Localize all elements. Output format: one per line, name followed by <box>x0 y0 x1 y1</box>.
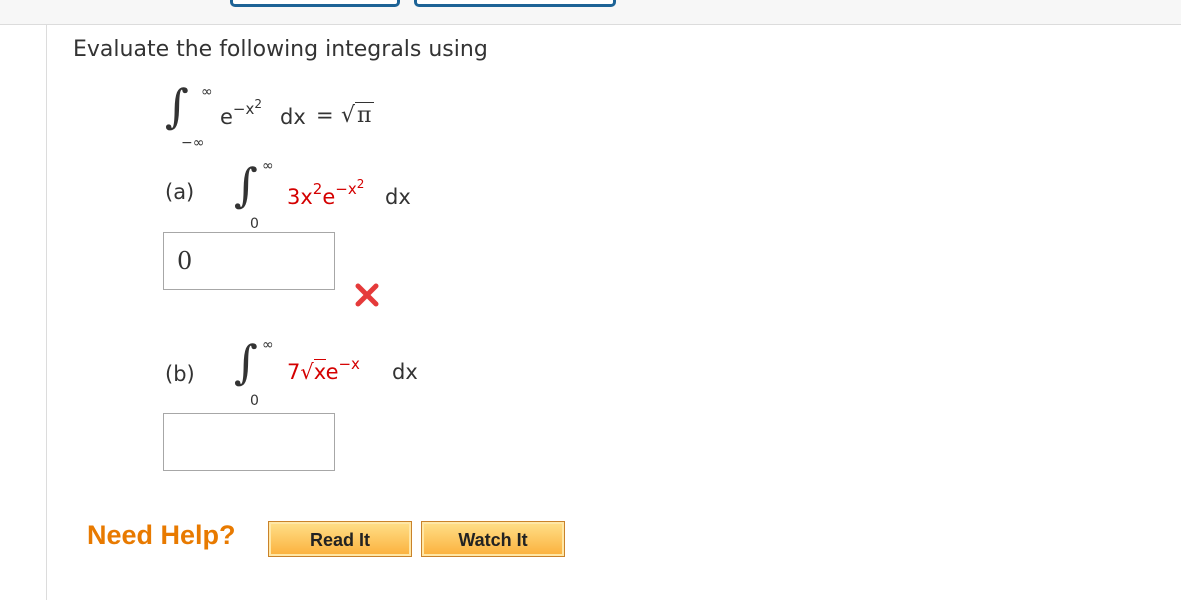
part-b-radicand: x <box>313 359 326 384</box>
read-it-button[interactable]: Read It <box>268 521 412 557</box>
given-dx: dx <box>280 105 306 129</box>
integral-sign: ∫ <box>234 335 258 389</box>
given-exponent: −x2 <box>232 97 263 118</box>
nav-tab-right[interactable] <box>414 0 616 7</box>
part-a-e: e <box>322 185 336 209</box>
given-rhs-value: π <box>355 102 374 128</box>
part-b-coef: 7 <box>287 360 301 384</box>
part-a-lower-limit: 0 <box>250 216 259 232</box>
top-bar <box>0 0 1181 25</box>
left-divider <box>46 25 47 600</box>
part-b-answer-field[interactable] <box>163 413 335 471</box>
part-b-upper-limit: ∞ <box>262 337 274 353</box>
integral-sign: ∫ <box>165 79 189 133</box>
part-a-answer-field[interactable]: 0 <box>163 232 335 290</box>
part-a-integrand: 3x2e−x2 <box>287 177 364 209</box>
part-a-integral: ∫ ∞ 0 3x2e−x2 dx <box>232 150 452 232</box>
given-radical: √π <box>341 102 374 128</box>
nav-tab-left[interactable] <box>230 0 400 7</box>
radical-icon: √ <box>300 360 314 384</box>
part-a-upper-limit: ∞ <box>262 158 274 174</box>
radical-icon: √ <box>341 103 356 128</box>
part-a-coef-pow: 2 <box>312 180 323 198</box>
incorrect-x-icon <box>355 283 379 307</box>
given-integral: ∫ ∞ −∞ e−x2 dx = √π <box>163 79 423 153</box>
part-a-coef: 3x <box>287 185 313 209</box>
part-b-integrand: 7√xe−x <box>287 355 360 384</box>
watch-it-label: Watch It <box>458 529 528 550</box>
part-a-exp-pow: 2 <box>356 177 365 191</box>
given-lower-limit: −∞ <box>181 135 205 151</box>
integral-sign: ∫ <box>234 158 258 212</box>
part-b-dx: dx <box>392 360 418 384</box>
watch-it-button[interactable]: Watch It <box>421 521 565 557</box>
part-a-dx: dx <box>385 185 411 209</box>
given-equals: = <box>316 103 334 127</box>
part-a-label: (a) <box>165 180 195 204</box>
question-intro: Evaluate the following integrals using <box>73 37 488 62</box>
given-integrand: e−x2 <box>220 97 262 129</box>
read-it-label: Read It <box>309 529 370 550</box>
part-a-exp-text: −x <box>335 180 357 198</box>
part-b-e: e <box>325 360 339 384</box>
need-help-label: Need Help? <box>87 520 236 550</box>
part-b-lower-limit: 0 <box>250 393 259 409</box>
given-upper-limit: ∞ <box>201 84 213 100</box>
given-exp-pow: 2 <box>254 97 263 111</box>
part-b-label: (b) <box>165 362 195 386</box>
part-a-exponent: −x2 <box>335 177 365 198</box>
given-exp-text: −x <box>232 100 255 118</box>
given-e: e <box>220 105 233 129</box>
part-a-answer-value[interactable]: 0 <box>177 247 192 275</box>
part-b-integral: ∫ ∞ 0 7√xe−x dx <box>232 327 452 409</box>
part-b-exponent: −x <box>338 355 360 373</box>
